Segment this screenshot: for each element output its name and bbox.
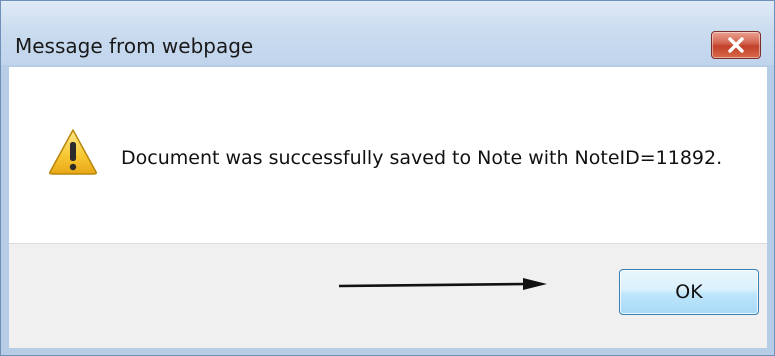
arrow-right-annotation bbox=[339, 278, 547, 290]
message-dialog: Message from webpage Document was succes… bbox=[0, 0, 775, 356]
warning-icon bbox=[49, 129, 97, 175]
page: Message from webpage Document was succes… bbox=[0, 0, 775, 356]
ok-button[interactable]: OK bbox=[619, 269, 759, 315]
close-icon bbox=[728, 37, 744, 53]
message-content: Document was successfully saved to Note … bbox=[9, 67, 767, 243]
dialog-title: Message from webpage bbox=[15, 34, 254, 58]
dialog-button-bar: OK bbox=[9, 243, 767, 348]
title-bar[interactable]: Message from webpage bbox=[1, 1, 774, 65]
dialog-message: Document was successfully saved to Note … bbox=[121, 147, 723, 169]
ok-button-label: OK bbox=[675, 281, 703, 303]
close-button[interactable] bbox=[711, 31, 761, 59]
